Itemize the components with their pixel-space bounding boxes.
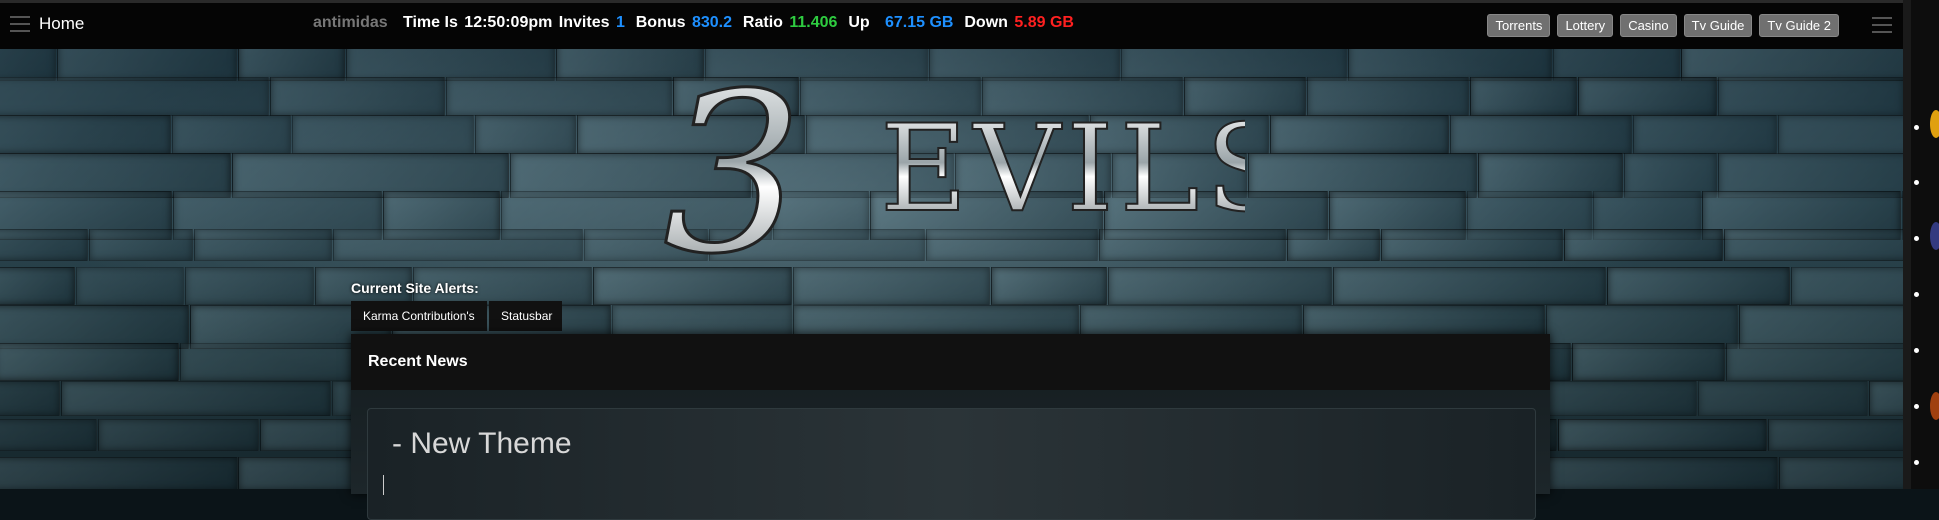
badge-icon[interactable] <box>1930 222 1939 250</box>
stone-brick <box>0 343 179 381</box>
nav-buttons: Torrents Lottery Casino Tv Guide Tv Guid… <box>1487 14 1839 37</box>
right-menu-icon[interactable] <box>1872 17 1892 33</box>
strip-bullet-icon <box>1914 125 1919 130</box>
stone-brick <box>1606 267 1790 305</box>
stone-brick <box>1269 115 1449 154</box>
stone-brick <box>1777 115 1903 154</box>
stone-brick <box>1632 115 1777 154</box>
stone-brick <box>0 229 88 261</box>
stone-brick <box>474 115 576 154</box>
stone-brick <box>1767 419 1903 451</box>
text-cursor <box>383 475 384 495</box>
bonus-value[interactable]: 830.2 <box>692 14 732 31</box>
bonus-label: Bonus <box>635 14 686 31</box>
stone-brick <box>1557 419 1767 451</box>
menu-icon[interactable] <box>10 16 30 32</box>
stone-brick <box>0 419 97 451</box>
stone-brick <box>1563 229 1723 261</box>
stone-brick <box>1723 229 1903 261</box>
stone-brick <box>1286 229 1380 261</box>
ratio-label: Ratio <box>742 14 783 31</box>
stone-brick <box>0 267 75 305</box>
stone-brick <box>1779 457 1903 489</box>
stone-brick <box>269 77 445 116</box>
stone-brick <box>1717 77 1903 116</box>
stone-brick <box>75 267 184 305</box>
strip-bullet-icon <box>1914 180 1919 185</box>
karma-contribution-tab[interactable]: Karma Contribution's <box>351 301 487 331</box>
logo-word: EVILS <box>880 100 1245 239</box>
news-item: - New Theme <box>367 408 1536 520</box>
invites-value[interactable]: 1 <box>616 14 625 31</box>
news-item-title[interactable]: - New Theme <box>392 427 572 461</box>
stone-brick <box>332 229 583 261</box>
page-scrollbar[interactable] <box>1903 0 1911 489</box>
down-value: 5.89 GB <box>1014 14 1074 31</box>
time-value: 12:50:09pm <box>464 14 553 31</box>
stone-brick <box>193 229 332 261</box>
recent-news-panel: Recent News - New Theme <box>351 334 1550 520</box>
coin-icon[interactable] <box>1930 110 1939 138</box>
stone-brick <box>1521 457 1779 489</box>
site-alerts-title: Current Site Alerts: <box>351 280 479 296</box>
stone-brick <box>1577 77 1717 116</box>
top-status-bar: Home antimidas Time Is 12:50:09pm Invite… <box>0 0 1903 49</box>
stone-brick <box>0 381 61 416</box>
lottery-button[interactable]: Lottery <box>1557 14 1614 37</box>
stone-brick <box>1725 343 1903 381</box>
pumpkin-icon[interactable] <box>1930 392 1939 420</box>
torrents-button[interactable]: Torrents <box>1487 14 1551 37</box>
site-logo: 3 EVILS <box>662 60 1246 280</box>
casino-button[interactable]: Casino <box>1620 14 1677 37</box>
tv-guide-button[interactable]: Tv Guide <box>1683 14 1753 37</box>
stone-brick <box>97 419 259 451</box>
stone-brick <box>291 115 474 154</box>
recent-news-header: Recent News <box>351 334 1550 390</box>
stone-brick <box>0 457 238 489</box>
time-label: Time Is <box>403 14 458 31</box>
stone-brick <box>1380 229 1563 261</box>
stone-brick <box>0 77 269 116</box>
strip-bullet-icon <box>1914 236 1919 241</box>
stone-brick <box>1306 77 1469 116</box>
stone-brick <box>1790 267 1903 305</box>
strip-bullet-icon <box>1914 292 1919 297</box>
up-label: Up <box>848 14 870 31</box>
stone-brick <box>1869 381 1903 416</box>
stone-brick <box>1571 343 1725 381</box>
strip-bullet-icon <box>1914 404 1919 409</box>
up-value: 67.15 GB <box>884 14 954 31</box>
stone-brick <box>1469 77 1577 116</box>
user-stats: Time Is 12:50:09pm Invites 1 Bonus 830.2… <box>403 14 1076 32</box>
stone-brick <box>61 381 332 416</box>
invites-label: Invites <box>558 14 610 31</box>
stone-brick <box>1449 115 1632 154</box>
stone-brick <box>445 77 672 116</box>
down-label: Down <box>964 14 1008 31</box>
stone-brick <box>0 115 171 154</box>
stone-brick <box>1698 381 1869 416</box>
strip-bullet-icon <box>1914 348 1919 353</box>
logo-number: 3 <box>663 60 803 280</box>
username[interactable]: antimidas <box>313 14 388 32</box>
stone-brick <box>1525 381 1698 416</box>
stone-brick <box>171 115 291 154</box>
home-link[interactable]: Home <box>39 14 84 34</box>
ratio-value: 11.406 <box>789 14 838 31</box>
stone-brick <box>88 229 193 261</box>
tv-guide-2-button[interactable]: Tv Guide 2 <box>1759 14 1839 37</box>
strip-bullet-icon <box>1914 460 1919 465</box>
stone-brick <box>1332 267 1606 305</box>
statusbar-tab[interactable]: Statusbar <box>489 301 562 331</box>
stone-brick <box>184 267 314 305</box>
